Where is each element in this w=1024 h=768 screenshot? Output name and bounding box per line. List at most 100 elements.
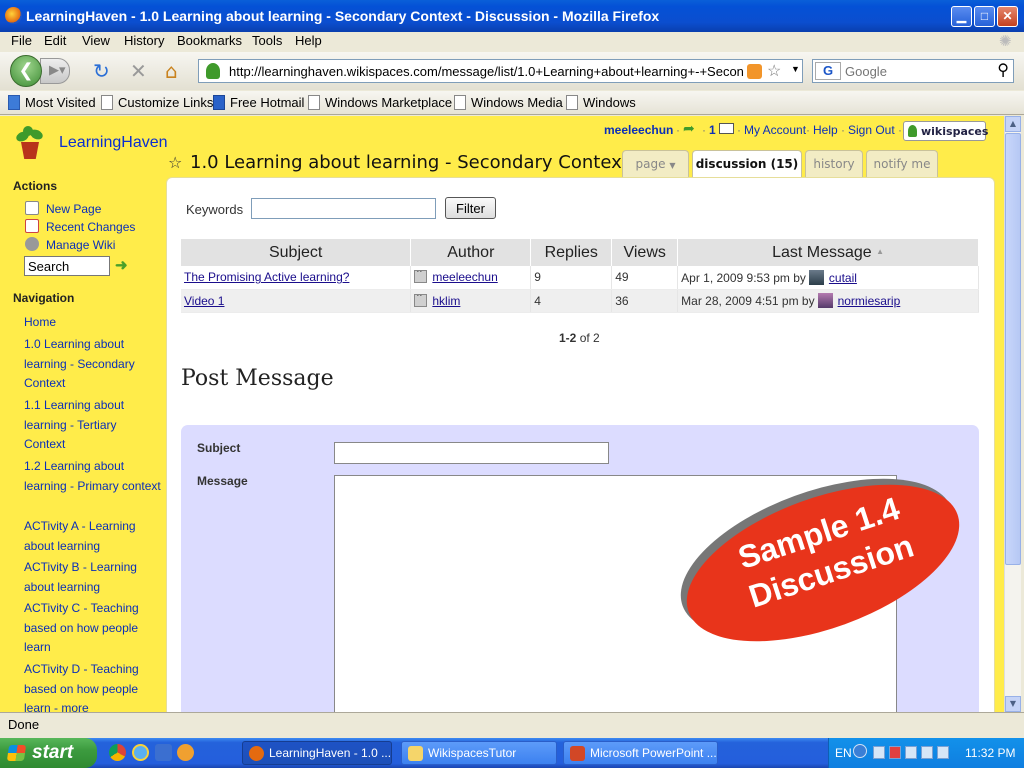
- column-author[interactable]: Author: [410, 239, 532, 266]
- url-bar[interactable]: http://learninghaven.wikispaces.com/mess…: [198, 59, 803, 83]
- filter-button[interactable]: Filter: [445, 197, 496, 219]
- username-link[interactable]: meeleechun: [604, 123, 673, 137]
- menu-view[interactable]: View: [82, 33, 110, 48]
- bookmark-most-visited[interactable]: Most Visited: [8, 95, 96, 110]
- rss-icon[interactable]: [747, 64, 762, 79]
- vertical-scrollbar[interactable]: ▲ ▼: [1004, 116, 1021, 712]
- nav-activity-a[interactable]: ACTivity A - Learning about learning: [19, 517, 161, 556]
- last-message-user-link[interactable]: cutail: [829, 271, 857, 285]
- task-wikispacestutor[interactable]: WikispacesTutor: [401, 741, 557, 765]
- manage-wiki-link[interactable]: Manage Wiki: [25, 237, 115, 252]
- bookmark-windows-marketplace[interactable]: Windows Marketplace: [308, 95, 452, 110]
- learninghaven-logo[interactable]: [14, 126, 46, 160]
- my-account-link[interactable]: My Account: [744, 123, 806, 137]
- maximize-button[interactable]: □: [974, 6, 995, 27]
- wikispaces-button[interactable]: wikispaces: [903, 121, 988, 141]
- security-icon[interactable]: [889, 746, 901, 759]
- chrome-icon[interactable]: [109, 744, 126, 761]
- minimize-button[interactable]: ▁: [951, 6, 972, 27]
- recent-changes-link[interactable]: Recent Changes: [25, 219, 135, 234]
- url-dropdown-icon[interactable]: ▼: [791, 64, 800, 74]
- site-name[interactable]: LearningHaven: [59, 134, 168, 152]
- tab-discussion[interactable]: discussion (15): [692, 150, 802, 178]
- bookmark-windows-media[interactable]: Windows Media: [454, 95, 563, 110]
- bookmark-free-hotmail[interactable]: Free Hotmail: [213, 95, 304, 110]
- help-link[interactable]: Help: [813, 123, 838, 137]
- bookmark-star-icon[interactable]: ☆: [767, 61, 781, 81]
- bookmark-windows[interactable]: Windows: [566, 95, 636, 110]
- home-icon[interactable]: ⌂: [165, 60, 178, 82]
- tab-history[interactable]: history: [805, 150, 863, 177]
- nav-activity-b[interactable]: ACTivity B - Learning about learning: [19, 558, 161, 597]
- forward-button[interactable]: ▶▾: [40, 58, 70, 84]
- nav-home[interactable]: Home: [19, 313, 161, 333]
- column-subject[interactable]: Subject: [181, 239, 412, 266]
- last-message-date: Mar 28, 2009 4:51 pm by: [681, 294, 815, 308]
- reload-icon[interactable]: ↻: [93, 60, 110, 82]
- stop-icon[interactable]: ✕: [130, 60, 147, 82]
- scrollbar-thumb[interactable]: [1005, 133, 1021, 565]
- page-icon: [454, 95, 466, 110]
- url-text[interactable]: http://learninghaven.wikispaces.com/mess…: [229, 64, 744, 79]
- calendar-icon: [25, 219, 39, 233]
- tray-icon[interactable]: [905, 746, 917, 759]
- thread-subject-link[interactable]: Video 1: [184, 294, 224, 308]
- scroll-up-icon[interactable]: ▲: [1005, 116, 1021, 132]
- nav-1-2-learning-primary[interactable]: 1.2 Learning about learning - Primary co…: [19, 457, 161, 496]
- sign-out-link[interactable]: Sign Out: [848, 123, 895, 137]
- table-row: The Promising Active learning? meeleechu…: [181, 266, 979, 290]
- close-button[interactable]: ✕: [997, 6, 1018, 27]
- nav-1-1-learning-tertiary[interactable]: 1.1 Learning about learning - Tertiary C…: [19, 396, 161, 455]
- column-views[interactable]: Views: [611, 239, 679, 266]
- firefox-window: LearningHaven - 1.0 Learning about learn…: [0, 0, 1024, 738]
- thread-author-link[interactable]: hklim: [432, 294, 460, 308]
- thread-author-link[interactable]: meeleechun: [432, 270, 497, 284]
- back-button[interactable]: ❮: [10, 55, 42, 87]
- web-search-input[interactable]: [845, 63, 990, 79]
- column-last-message[interactable]: Last Message ▲: [677, 239, 979, 266]
- column-replies[interactable]: Replies: [530, 239, 613, 266]
- scroll-down-icon[interactable]: ▼: [1005, 696, 1021, 712]
- start-button[interactable]: start: [0, 738, 97, 768]
- favorite-star-icon[interactable]: ☆: [168, 153, 182, 172]
- tab-notify-me[interactable]: notify me: [866, 150, 938, 177]
- menu-tools[interactable]: Tools: [252, 33, 282, 48]
- google-engine-icon[interactable]: G: [815, 62, 841, 80]
- gear-icon: [25, 237, 39, 251]
- message-count[interactable]: 1: [709, 123, 716, 137]
- search-icon[interactable]: ⚲: [997, 60, 1009, 80]
- mail-icon[interactable]: [719, 123, 734, 134]
- search-go-arrow-icon[interactable]: ➜: [115, 258, 130, 273]
- tab-page[interactable]: page ▼: [622, 150, 689, 177]
- thread-subject-link[interactable]: The Promising Active learning?: [184, 270, 349, 284]
- nav-1-0-learning-secondary[interactable]: 1.0 Learning about learning - Secondary …: [19, 335, 161, 394]
- network-icon[interactable]: [873, 746, 885, 759]
- tray-icon[interactable]: [937, 746, 949, 759]
- task-powerpoint[interactable]: Microsoft PowerPoint ...: [563, 741, 718, 765]
- menu-edit[interactable]: Edit: [44, 33, 66, 48]
- subject-input[interactable]: [334, 442, 609, 464]
- language-indicator[interactable]: EN: [835, 746, 852, 760]
- ie-icon[interactable]: [132, 744, 149, 761]
- desktop-icon[interactable]: [155, 744, 172, 761]
- task-firefox[interactable]: LearningHaven - 1.0 ...: [242, 741, 392, 765]
- web-search-box[interactable]: G ⚲: [812, 59, 1014, 83]
- post-message-heading: Post Message: [181, 366, 334, 391]
- last-message-user-link[interactable]: normiesarip: [838, 294, 901, 308]
- nav-activity-c[interactable]: ACTivity C - Teaching based on how peopl…: [19, 599, 161, 658]
- pager-total: of 2: [579, 331, 600, 345]
- nav-activity-d[interactable]: ACTivity D - Teaching based on how peopl…: [19, 660, 161, 712]
- share-arrow-icon[interactable]: ➦: [683, 120, 695, 137]
- new-page-link[interactable]: New Page: [25, 201, 101, 216]
- menu-help[interactable]: Help: [295, 33, 322, 48]
- clock[interactable]: 11:32 PM: [965, 746, 1015, 760]
- menu-bookmarks[interactable]: Bookmarks: [177, 33, 242, 48]
- bookmark-customize-links[interactable]: Customize Links: [101, 95, 213, 110]
- keywords-input[interactable]: [251, 198, 436, 219]
- tray-icon[interactable]: [921, 746, 933, 759]
- menu-history[interactable]: History: [124, 33, 164, 48]
- wiki-search-input[interactable]: [24, 256, 110, 276]
- media-player-icon[interactable]: [177, 744, 194, 761]
- tray-expand-icon[interactable]: [853, 744, 867, 758]
- menu-file[interactable]: File: [11, 33, 32, 48]
